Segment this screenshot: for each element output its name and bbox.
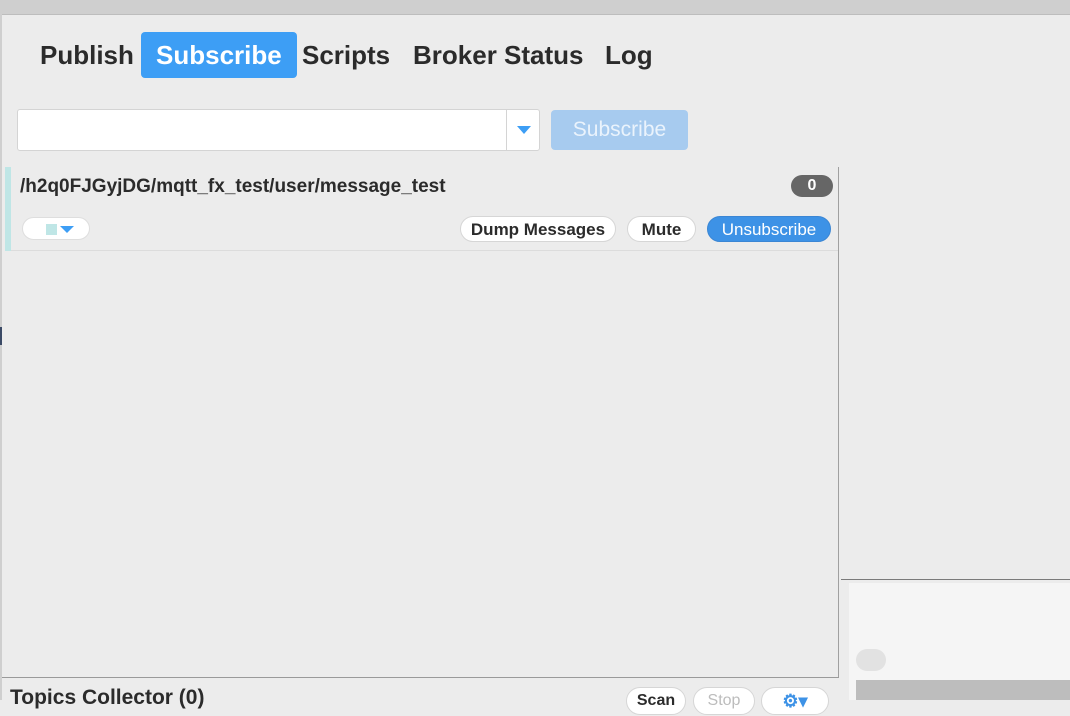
- chevron-down-icon: [516, 126, 531, 134]
- subscribe-button[interactable]: Subscribe: [551, 110, 688, 150]
- window-title-bar: [0, 0, 1070, 15]
- color-swatch: [46, 224, 57, 235]
- color-picker[interactable]: [22, 217, 90, 240]
- tab-log[interactable]: Log: [590, 32, 668, 78]
- subscriptions-panel: /h2q0FJGyjDG/mqtt_fx_test/user/message_t…: [2, 167, 839, 678]
- topics-collector-title: Topics Collector (0): [10, 686, 205, 709]
- message-count-badge: 0: [791, 175, 833, 197]
- stop-button[interactable]: Stop: [693, 687, 755, 715]
- right-panel-divider: [841, 579, 1070, 580]
- unsubscribe-button[interactable]: Unsubscribe: [707, 216, 831, 242]
- collector-settings-button[interactable]: ⚙▾: [761, 687, 829, 715]
- scan-button[interactable]: Scan: [626, 687, 686, 715]
- subscription-item[interactable]: /h2q0FJGyjDG/mqtt_fx_test/user/message_t…: [5, 167, 838, 251]
- collector-divider: [2, 677, 839, 678]
- gear-icon: ⚙▾: [782, 691, 808, 711]
- dump-messages-button[interactable]: Dump Messages: [460, 216, 616, 242]
- subscription-topic: /h2q0FJGyjDG/mqtt_fx_test/user/message_t…: [20, 176, 446, 197]
- mute-button[interactable]: Mute: [627, 216, 696, 242]
- chevron-down-icon: [60, 226, 74, 233]
- subscription-color-bar: [5, 167, 11, 251]
- tab-subscribe[interactable]: Subscribe: [141, 32, 297, 78]
- tab-broker-status[interactable]: Broker Status: [398, 32, 599, 78]
- tab-publish[interactable]: Publish: [25, 32, 149, 78]
- topic-input[interactable]: [18, 110, 506, 150]
- topic-combo-box[interactable]: [17, 109, 540, 151]
- tab-scripts[interactable]: Scripts: [287, 32, 405, 78]
- right-panel-indicator: [856, 649, 886, 671]
- topic-dropdown-button[interactable]: [507, 110, 540, 150]
- right-panel-scrollbar[interactable]: [856, 680, 1070, 700]
